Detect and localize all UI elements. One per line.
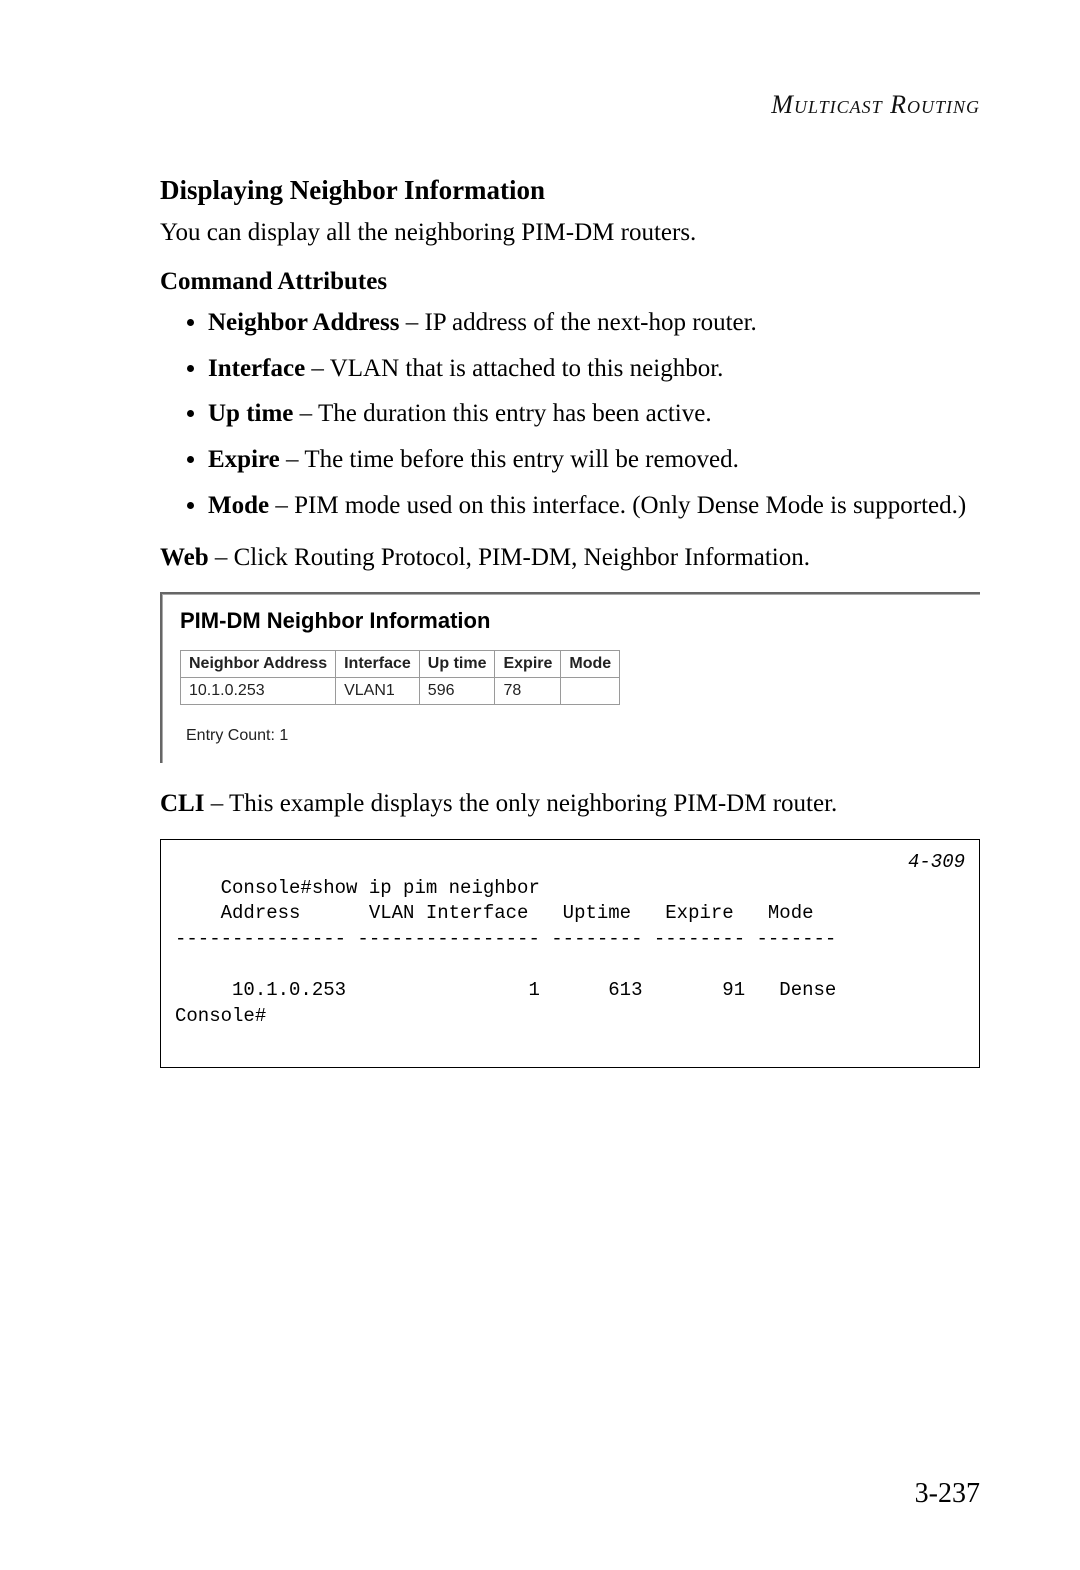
page-number: 3-237: [915, 1478, 980, 1510]
cli-instruction: CLI – This example displays the only nei…: [160, 787, 980, 821]
page: Multicast Routing Displaying Neighbor In…: [0, 0, 1080, 1570]
intro-text: You can display all the neighboring PIM-…: [160, 216, 980, 250]
cell-mode: [561, 678, 620, 705]
attr-term: Up time: [208, 400, 293, 427]
attr-desc: – VLAN that is attached to this neighbor…: [305, 355, 723, 382]
col-header: Neighbor Address: [181, 651, 336, 678]
cli-output-box: 4-309 Console#show ip pim neighbor Addres…: [160, 839, 980, 1068]
attr-term: Expire: [208, 446, 280, 473]
web-instruction: Web – Click Routing Protocol, PIM-DM, Ne…: [160, 541, 980, 575]
attr-term: Mode: [208, 492, 269, 519]
table-header-row: Neighbor Address Interface Up time Expir…: [181, 651, 620, 678]
cli-page-ref: 4-309: [908, 850, 965, 876]
col-header: Mode: [561, 651, 620, 678]
cell-interface: VLAN1: [336, 678, 420, 705]
running-head: Multicast Routing: [160, 90, 980, 120]
col-header: Interface: [336, 651, 420, 678]
list-item: Up time – The duration this entry has be…: [208, 397, 980, 431]
table-row: 10.1.0.253 VLAN1 596 78: [181, 678, 620, 705]
section-title: Displaying Neighbor Information: [160, 175, 980, 206]
attr-desc: – IP address of the next-hop router.: [399, 309, 756, 336]
screenshot-panel: PIM-DM Neighbor Information Neighbor Add…: [160, 592, 980, 763]
attr-term: Interface: [208, 355, 305, 382]
attribute-list: Neighbor Address – IP address of the nex…: [160, 306, 980, 523]
entry-count: Entry Count: 1: [186, 727, 962, 745]
neighbor-table: Neighbor Address Interface Up time Expir…: [180, 650, 620, 705]
panel-title: PIM-DM Neighbor Information: [180, 608, 962, 634]
cell-address: 10.1.0.253: [181, 678, 336, 705]
web-lead: Web: [160, 544, 209, 571]
command-attributes-heading: Command Attributes: [160, 268, 980, 296]
cli-lead: CLI: [160, 790, 204, 817]
attr-term: Neighbor Address: [208, 309, 399, 336]
cell-uptime: 596: [419, 678, 495, 705]
list-item: Neighbor Address – IP address of the nex…: [208, 306, 980, 340]
attr-desc: – The time before this entry will be rem…: [280, 446, 739, 473]
cli-lines: Console#show ip pim neighbor Address VLA…: [175, 877, 836, 1027]
attr-desc: – The duration this entry has been activ…: [293, 400, 711, 427]
col-header: Expire: [495, 651, 561, 678]
list-item: Interface – VLAN that is attached to thi…: [208, 352, 980, 386]
cell-expire: 78: [495, 678, 561, 705]
list-item: Expire – The time before this entry will…: [208, 443, 980, 477]
attr-desc: – PIM mode used on this interface. (Only…: [269, 492, 966, 519]
cli-text: – This example displays the only neighbo…: [204, 790, 837, 817]
list-item: Mode – PIM mode used on this interface. …: [208, 489, 980, 523]
col-header: Up time: [419, 651, 495, 678]
web-text: – Click Routing Protocol, PIM-DM, Neighb…: [209, 544, 810, 571]
